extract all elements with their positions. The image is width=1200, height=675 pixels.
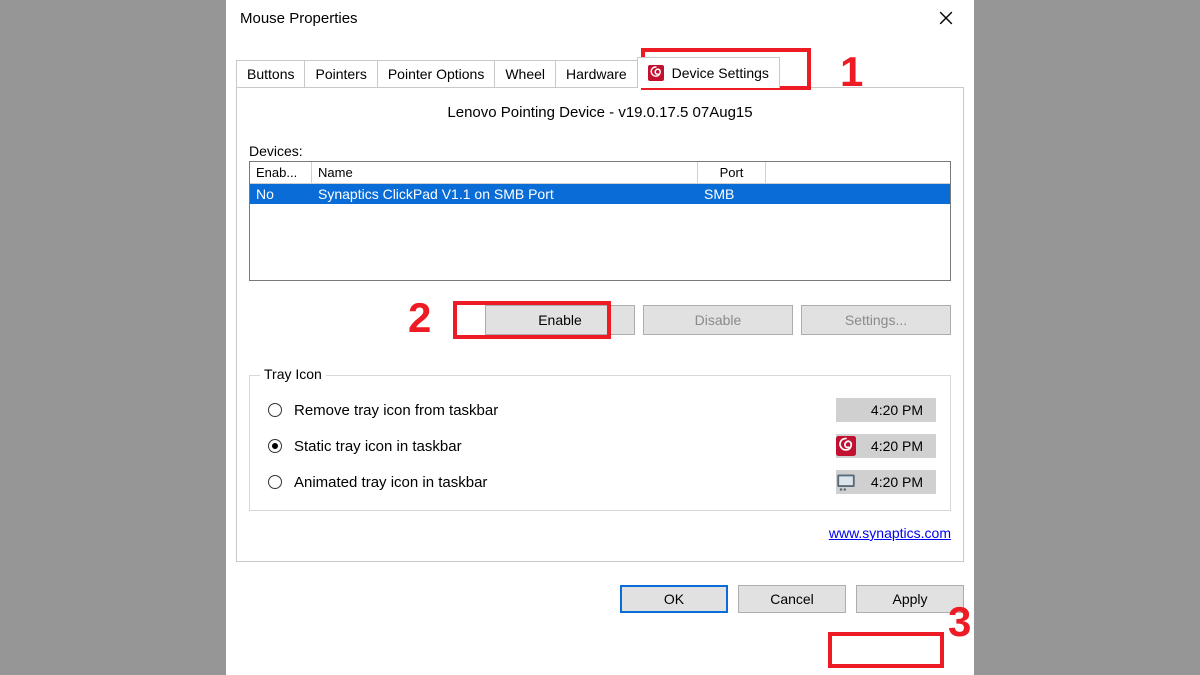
tray-preview-static: 4:20 PM	[836, 434, 936, 458]
synaptics-swirl-icon	[836, 436, 856, 456]
enable-button[interactable]: Enable	[485, 305, 635, 335]
device-list: Enab... Name Port No Synaptics ClickPad …	[249, 161, 951, 281]
col-header-name[interactable]: Name	[312, 162, 698, 183]
radio-static[interactable]	[268, 439, 282, 453]
tab-strip: Buttons Pointers Pointer Options Wheel H…	[226, 54, 974, 88]
touchpad-icon	[836, 472, 856, 492]
close-icon[interactable]	[928, 3, 964, 33]
tray-option-animated: Animated tray icon in taskbar 4:20 PM	[264, 470, 936, 494]
ok-button[interactable]: OK	[620, 585, 728, 613]
tab-wheel[interactable]: Wheel	[494, 60, 556, 88]
radio-animated-label[interactable]: Animated tray icon in taskbar	[294, 474, 836, 491]
tab-hardware[interactable]: Hardware	[555, 60, 638, 88]
device-list-header: Enab... Name Port	[250, 162, 950, 184]
mouse-properties-dialog: Mouse Properties Buttons Pointers Pointe…	[226, 0, 974, 675]
tray-icon-groupbox: Tray Icon Remove tray icon from taskbar …	[249, 375, 951, 511]
blank-icon	[836, 400, 856, 420]
radio-remove-label[interactable]: Remove tray icon from taskbar	[294, 402, 836, 419]
device-row-port: SMB	[698, 184, 766, 204]
dialog-button-row: OK Cancel Apply	[236, 585, 964, 613]
synaptics-swirl-icon	[648, 65, 664, 81]
titlebar: Mouse Properties	[226, 0, 974, 36]
tray-option-remove: Remove tray icon from taskbar 4:20 PM	[264, 398, 936, 422]
col-header-enab[interactable]: Enab...	[250, 162, 312, 183]
disable-button: Disable	[643, 305, 793, 335]
device-row-enab: No	[250, 184, 312, 204]
device-row[interactable]: No Synaptics ClickPad V1.1 on SMB Port S…	[250, 184, 950, 204]
window-title: Mouse Properties	[236, 10, 928, 27]
col-header-port[interactable]: Port	[698, 162, 766, 183]
settings-button: Settings...	[801, 305, 951, 335]
tray-option-static: Static tray icon in taskbar 4:20 PM	[264, 434, 936, 458]
synaptics-link[interactable]: www.synaptics.com	[829, 525, 951, 541]
tray-preview-remove: 4:20 PM	[836, 398, 936, 422]
cancel-button[interactable]: Cancel	[738, 585, 846, 613]
driver-title: Lenovo Pointing Device - v19.0.17.5 07Au…	[249, 104, 951, 121]
tab-panel-device-settings: Lenovo Pointing Device - v19.0.17.5 07Au…	[236, 87, 964, 562]
tab-device-settings[interactable]: Device Settings	[637, 57, 780, 88]
synaptics-link-row: www.synaptics.com	[249, 525, 951, 543]
radio-remove[interactable]	[268, 403, 282, 417]
radio-static-label[interactable]: Static tray icon in taskbar	[294, 438, 836, 455]
device-button-row: Enable Disable Settings...	[249, 305, 951, 335]
tab-pointers[interactable]: Pointers	[304, 60, 377, 88]
tab-pointer-options[interactable]: Pointer Options	[377, 60, 496, 88]
col-header-spacer	[766, 162, 950, 183]
device-list-body[interactable]: No Synaptics ClickPad V1.1 on SMB Port S…	[250, 184, 950, 280]
tab-buttons[interactable]: Buttons	[236, 60, 305, 88]
devices-label: Devices:	[249, 143, 951, 159]
radio-animated[interactable]	[268, 475, 282, 489]
apply-button[interactable]: Apply	[856, 585, 964, 613]
device-row-name: Synaptics ClickPad V1.1 on SMB Port	[312, 184, 698, 204]
tray-preview-animated: 4:20 PM	[836, 470, 936, 494]
tray-icon-legend: Tray Icon	[260, 366, 326, 382]
